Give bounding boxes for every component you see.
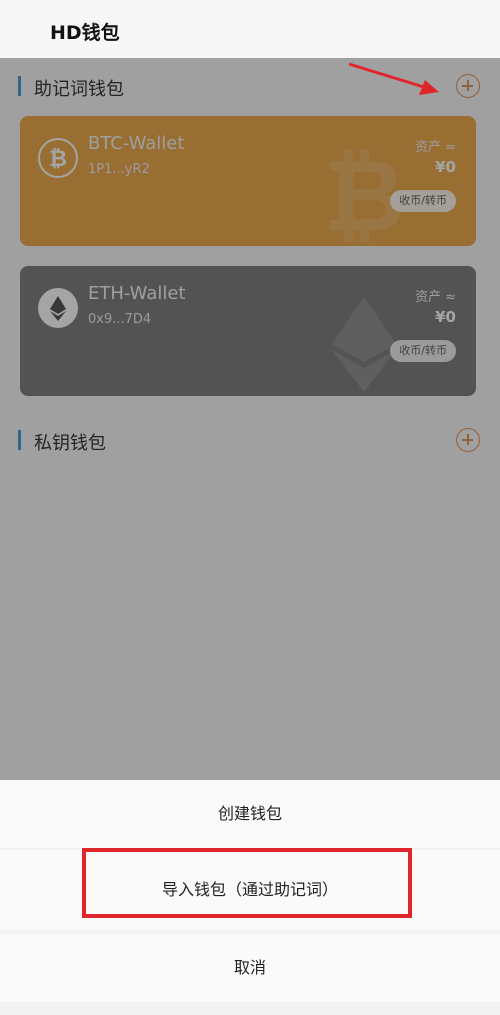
modal-overlay[interactable] (0, 58, 500, 782)
top-bar: HD钱包 (0, 0, 500, 60)
highlight-box (82, 848, 412, 918)
create-wallet-button[interactable]: 创建钱包 (0, 780, 500, 848)
cancel-button[interactable]: 取消 (0, 934, 500, 1002)
action-sheet: 创建钱包 导入钱包（通过助记词） 取消 (0, 780, 500, 1015)
page-title: HD钱包 (50, 22, 120, 44)
app-screen: HD钱包 助记词钱包 ₿ ₿ BTC-Wallet 1P1...yR2 资产 ≈… (0, 0, 500, 1015)
annotation-arrow-icon (348, 62, 439, 95)
